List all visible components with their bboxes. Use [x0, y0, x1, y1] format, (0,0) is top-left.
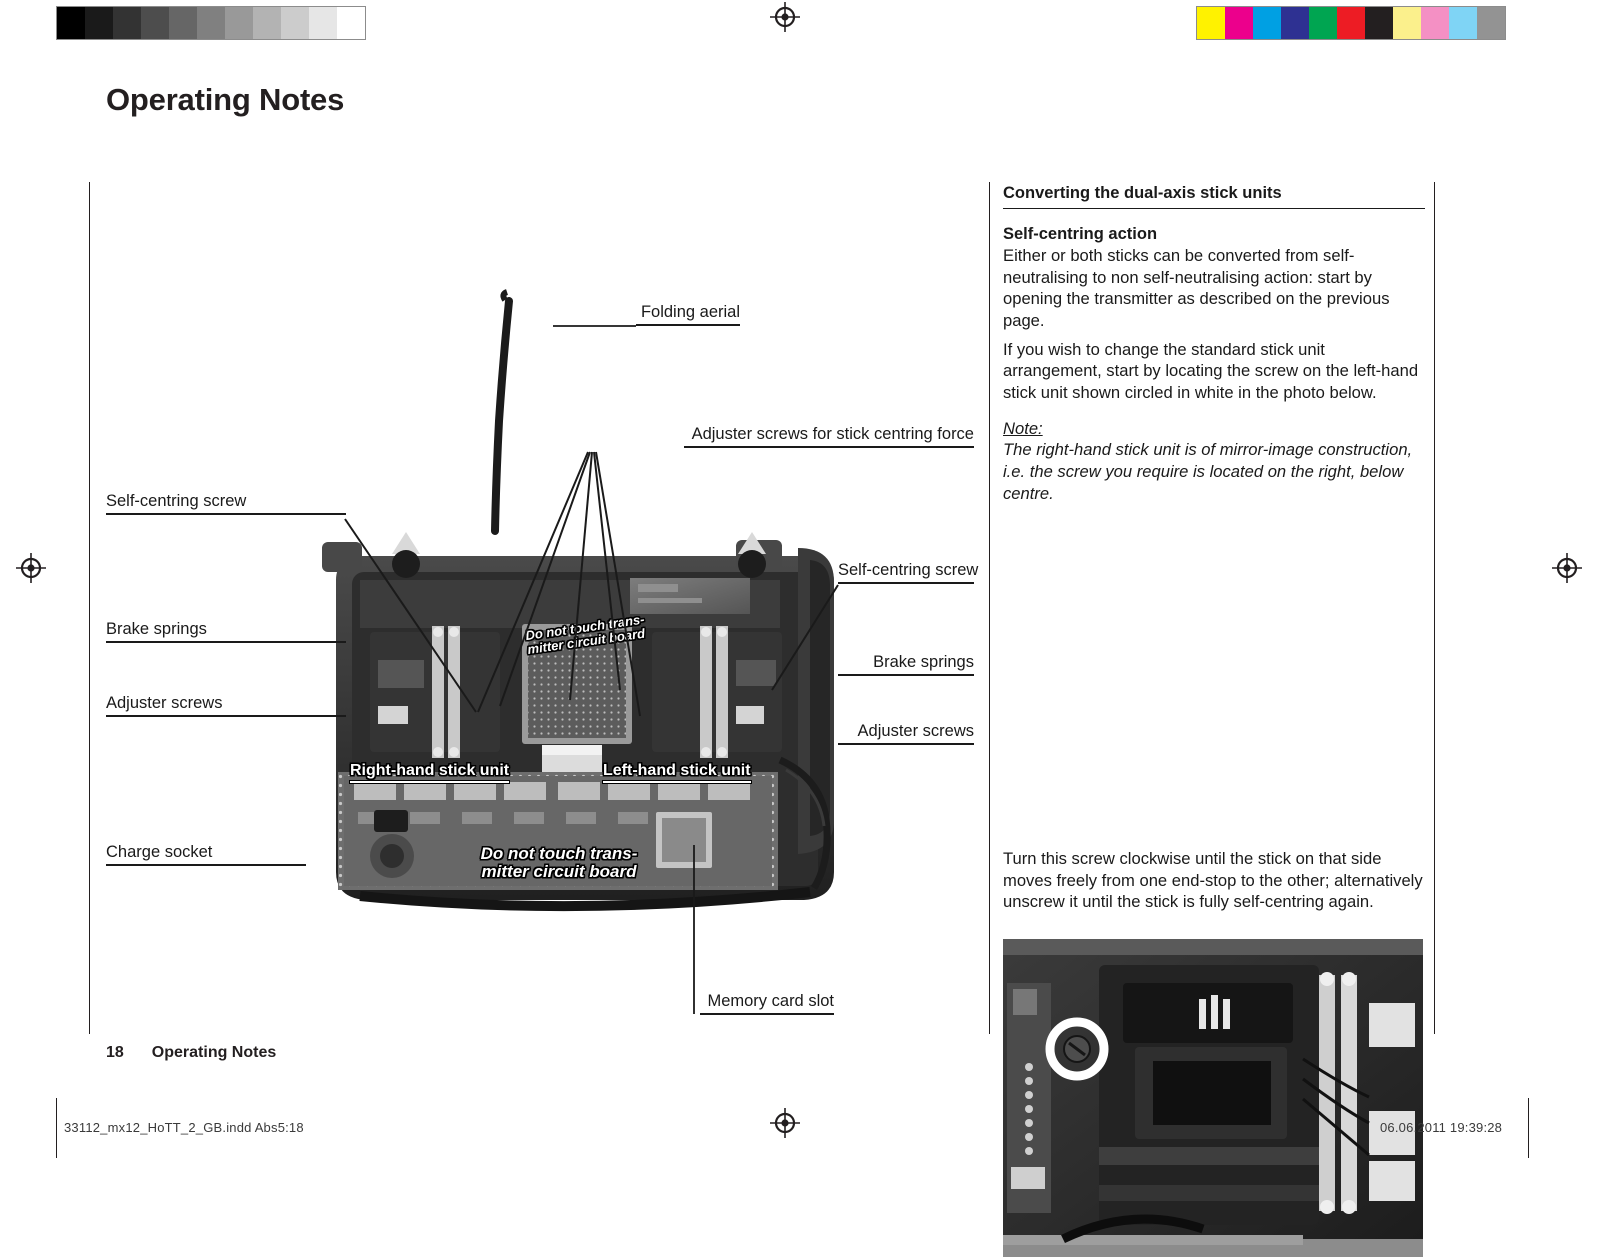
callout-rule: [684, 446, 974, 448]
greyscale-swatch: [169, 7, 197, 39]
photo-label-right-hand-stick-unit: Right-hand stick unit: [350, 762, 510, 783]
paragraph-3: Turn this screw clockwise until the stic…: [1003, 849, 1423, 912]
greyscale-swatch: [281, 7, 309, 39]
footer-section-title: Operating Notes: [151, 1044, 277, 1061]
registration-mark-bottom-icon: [770, 1108, 800, 1138]
callout-rule: [106, 715, 346, 717]
stick-unit-close-up-photo: [1003, 939, 1423, 1257]
colour-swatch: [1449, 7, 1477, 39]
colour-swatch: [1225, 7, 1253, 39]
section-heading: Converting the dual-axis stick units: [1003, 184, 1425, 209]
print-trim-rule-right: [1528, 1098, 1529, 1158]
greyscale-swatch: [85, 7, 113, 39]
callout-self-centring-screw-right: Self-centring screw: [838, 561, 979, 584]
greyscale-swatch: [113, 7, 141, 39]
callout-label: Brake springs: [873, 653, 974, 671]
callout-adjuster-screws-left: Adjuster screws: [106, 694, 346, 717]
greyscale-swatch: [309, 7, 337, 39]
colour-swatch: [1309, 7, 1337, 39]
callout-label: Adjuster screws: [857, 722, 974, 740]
colour-calibration-strip: [1196, 6, 1506, 40]
page-title: Operating Notes: [106, 82, 345, 117]
callout-rule: [106, 641, 346, 643]
greyscale-swatch: [57, 7, 85, 39]
callout-self-centring-screw-left: Self-centring screw: [106, 492, 346, 515]
greyscale-swatch: [253, 7, 281, 39]
colour-swatch: [1393, 7, 1421, 39]
callout-adjuster-screws-centring-force: Adjuster screws for stick centring force: [684, 425, 974, 448]
greyscale-calibration-strip: [56, 6, 366, 40]
registration-mark-right-icon: [1552, 553, 1582, 583]
registration-mark-left-icon: [16, 553, 46, 583]
callout-brake-springs-right: Brake springs: [838, 653, 974, 676]
photo-label-left-hand-stick-unit: Left-hand stick unit: [603, 762, 751, 783]
callout-rule: [838, 674, 974, 676]
print-source-filename: 33112_mx12_HoTT_2_GB.indd Abs5:18: [64, 1120, 304, 1135]
callout-memory-card-slot: Memory card slot: [700, 992, 834, 1015]
callout-rule: [838, 582, 974, 584]
callout-rule: [838, 743, 974, 745]
callout-brake-springs-left: Brake springs: [106, 620, 346, 643]
callout-adjuster-screws-right: Adjuster screws: [838, 722, 974, 745]
greyscale-swatch: [197, 7, 225, 39]
right-text-column: Converting the dual-axis stick units Sel…: [1003, 184, 1425, 504]
registration-mark-top-icon: [770, 2, 800, 32]
callout-rule: [106, 864, 306, 866]
colour-swatch: [1197, 7, 1225, 39]
footer-page-number: 18: [106, 1044, 124, 1061]
colour-swatch: [1477, 7, 1505, 39]
greyscale-swatch: [141, 7, 169, 39]
callout-rule: [700, 1013, 834, 1015]
callout-label: Self-centring screw: [838, 561, 979, 579]
colour-swatch: [1337, 7, 1365, 39]
section-subheading: Self-centring action: [1003, 225, 1158, 243]
paragraph-1: Either or both sticks can be converted f…: [1003, 246, 1390, 330]
paragraph-3-wrapper: Turn this screw clockwise until the stic…: [1003, 848, 1425, 913]
colour-swatch: [1253, 7, 1281, 39]
callout-label: Brake springs: [106, 620, 207, 638]
colour-swatch: [1365, 7, 1393, 39]
colour-swatch: [1421, 7, 1449, 39]
colour-swatch: [1281, 7, 1309, 39]
column-rule-middle: [989, 182, 990, 1034]
callout-folding-aerial: Folding aerial: [636, 303, 740, 326]
callout-label: Memory card slot: [707, 992, 834, 1010]
greyscale-swatch: [225, 7, 253, 39]
callout-label: Charge socket: [106, 843, 213, 861]
callout-rule: [636, 324, 740, 326]
callout-charge-socket: Charge socket: [106, 843, 306, 866]
paragraph-2: If you wish to change the standard stick…: [1003, 339, 1419, 402]
greyscale-swatch: [337, 7, 365, 39]
print-trim-rule-left: [56, 1098, 57, 1158]
column-rule-right: [1434, 182, 1435, 1034]
column-rule-left: [89, 182, 90, 1034]
note-label: Note:: [1003, 419, 1043, 439]
callout-rule: [106, 513, 346, 515]
callout-label: Adjuster screws: [106, 694, 223, 712]
callout-label: Adjuster screws for stick centring force: [691, 425, 974, 443]
note-body: The right-hand stick unit is of mirror-i…: [1003, 440, 1413, 503]
page-footer: 18 Operating Notes: [106, 1044, 276, 1062]
callout-label: Folding aerial: [640, 303, 740, 321]
callout-label: Self-centring screw: [106, 492, 247, 510]
print-timestamp: 06.06.2011 19:39:28: [1380, 1120, 1503, 1135]
photo-label-do-not-touch-lower: Do not touch trans- mitter circuit board: [480, 844, 638, 882]
transmitter-interior-photo: Right-hand stick unit Left-hand stick un…: [300, 520, 875, 940]
